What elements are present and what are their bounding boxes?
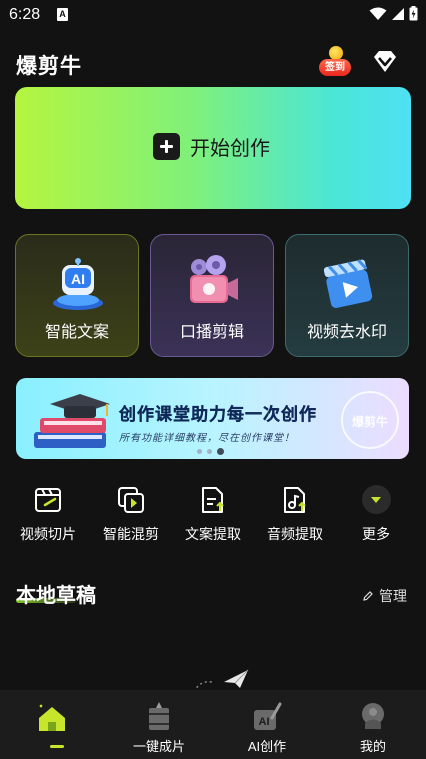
bottom-nav: 一键成片 AI AI创作 我的 [0, 690, 426, 759]
film-icon [149, 702, 169, 730]
audio-extract-icon [284, 487, 306, 513]
watermark-stamp: 爆剪牛 [341, 391, 399, 449]
manage-label: 管理 [379, 588, 407, 604]
feature-smart-copywriting[interactable]: AI 智能文案 [15, 234, 139, 357]
app-title: 爆剪牛 [16, 55, 82, 78]
ai-robot-icon: AI [53, 258, 103, 310]
tool-label: 文案提取 [185, 526, 241, 542]
profile-icon [362, 703, 384, 729]
top-header: 爆剪牛 签到 [0, 40, 426, 84]
active-indicator [50, 745, 64, 748]
nav-one-click-video[interactable]: 一键成片 [114, 690, 204, 759]
tool-label: 音频提取 [267, 526, 323, 542]
smart-mix-icon [118, 487, 144, 513]
drafts-title: 本地草稿 [16, 585, 96, 607]
battery-icon [409, 6, 418, 21]
signal-icon [392, 7, 404, 20]
checkin-button[interactable]: 签到 [318, 46, 352, 78]
nav-home[interactable] [6, 690, 96, 759]
wifi-icon [369, 7, 387, 20]
status-time: 6:28 [9, 6, 41, 23]
feature-label: 智能文案 [44, 324, 109, 341]
svg-text:AI: AI [71, 271, 85, 287]
tool-video-slice[interactable]: 视频切片 [12, 485, 84, 545]
chevron-down-icon [361, 485, 391, 514]
video-slice-icon [35, 488, 61, 512]
pagination-dot-active [217, 448, 224, 455]
feature-label: 口播剪辑 [179, 324, 244, 341]
feature-talking-edit[interactable]: 口播剪辑 [150, 234, 274, 357]
nav-label: AI创作 [247, 739, 287, 754]
banner-title: 创作课堂助力每一次创作 [119, 405, 317, 424]
svg-text:AI: AI [259, 716, 270, 728]
status-icons [369, 6, 418, 21]
nav-ai-create[interactable]: AI AI创作 [222, 690, 312, 759]
clapperboard-icon [323, 259, 373, 308]
start-creating-button[interactable]: 开始创作 [15, 87, 411, 209]
text-extract-icon [202, 487, 224, 513]
tool-label: 视频切片 [20, 526, 76, 542]
pagination-dot [207, 449, 212, 454]
banner-pagination [197, 448, 224, 455]
feature-remove-watermark[interactable]: 视频去水印 [285, 234, 409, 357]
diamond-icon[interactable] [370, 48, 400, 76]
ai-pen-icon: AI [254, 702, 282, 730]
home-icon [39, 704, 65, 731]
books-icon [34, 394, 110, 448]
edit-icon [363, 591, 373, 601]
nav-profile[interactable]: 我的 [328, 690, 418, 759]
course-banner[interactable]: 创作课堂助力每一次创作 所有功能详细教程，尽在创作课堂！ 爆剪牛 [16, 378, 409, 459]
tool-label: 更多 [362, 526, 390, 542]
status-bar: 6:28 A [0, 0, 426, 30]
pagination-dot [197, 449, 202, 454]
tool-label: 智能混剪 [103, 526, 159, 542]
coin-icon [329, 46, 343, 60]
tool-more[interactable]: 更多 [340, 485, 412, 545]
checkin-label: 签到 [319, 59, 351, 76]
plus-icon [153, 133, 180, 160]
camera-icon [190, 255, 238, 303]
manage-button[interactable]: 管理 [362, 586, 407, 606]
nav-label: 一键成片 [132, 739, 185, 754]
nav-label: 我的 [359, 739, 386, 754]
feature-label: 视频去水印 [306, 324, 387, 341]
tool-audio-extract[interactable]: 音频提取 [259, 485, 331, 545]
start-creating-label: 开始创作 [190, 138, 270, 160]
tool-smart-mix[interactable]: 智能混剪 [95, 485, 167, 545]
tool-text-extract[interactable]: 文案提取 [177, 485, 249, 545]
sim-icon: A [57, 8, 68, 21]
banner-subtitle: 所有功能详细教程，尽在创作课堂！ [119, 433, 295, 444]
